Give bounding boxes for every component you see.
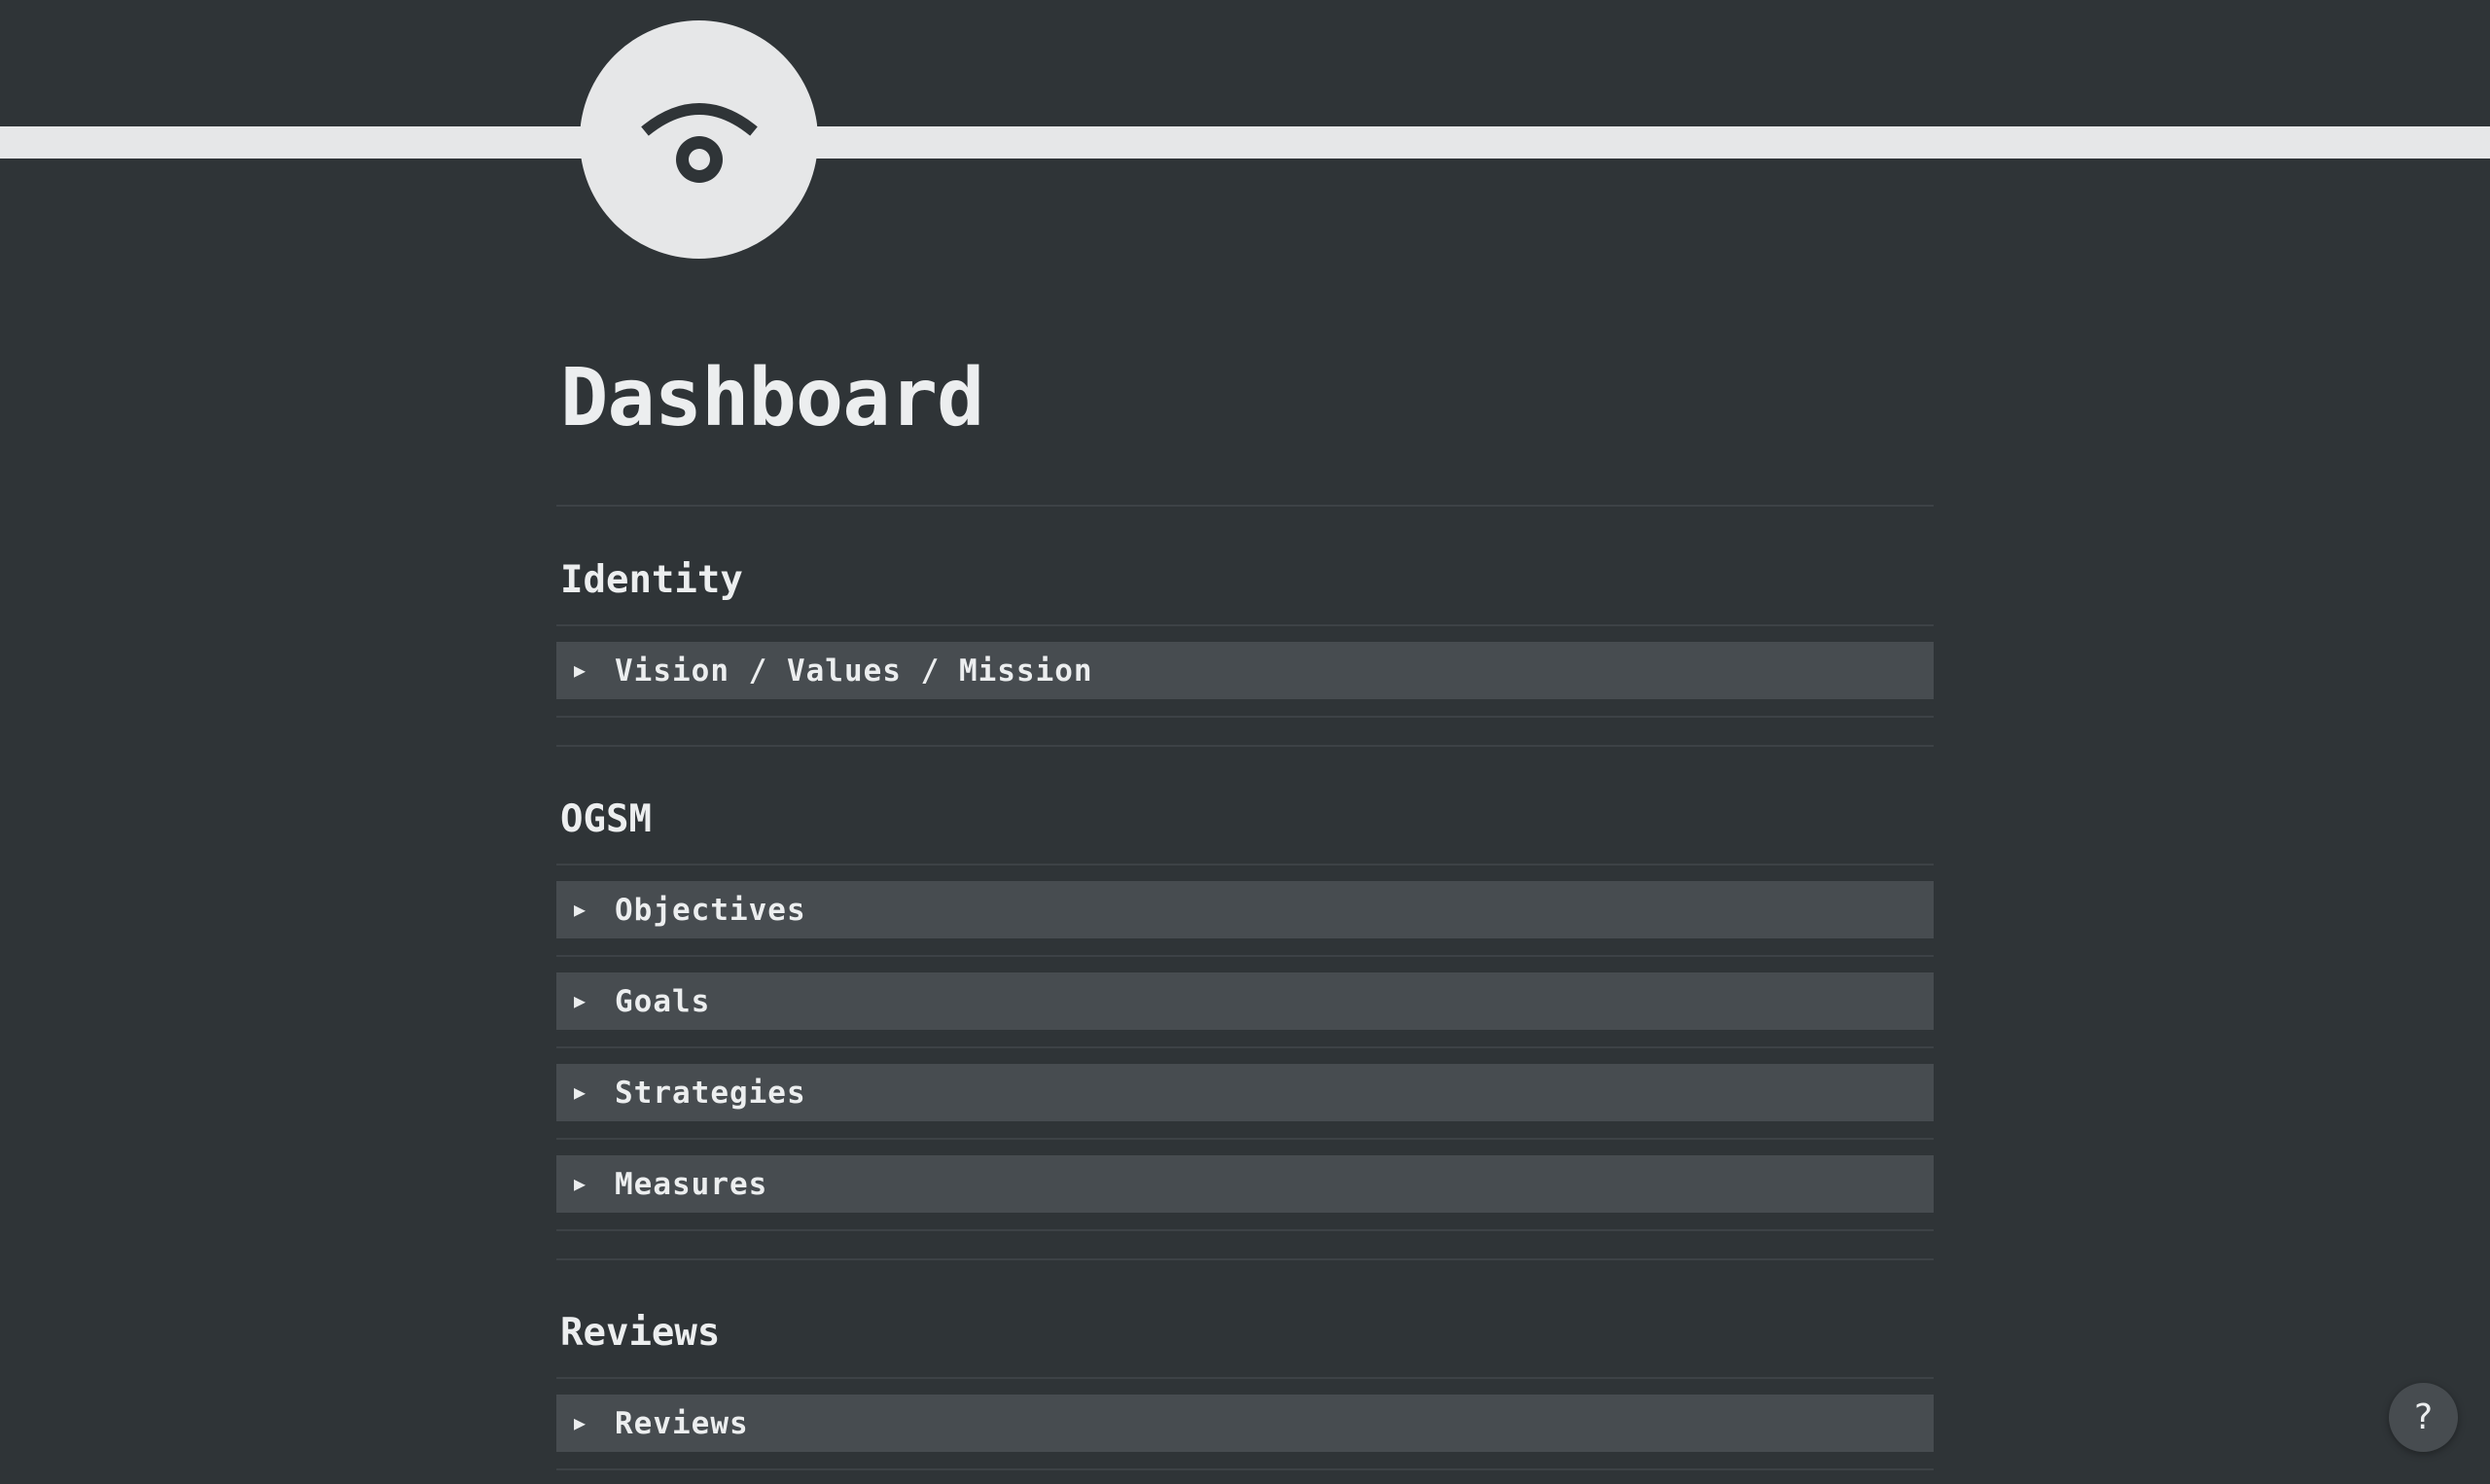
section-heading-reviews: Reviews xyxy=(560,1311,721,1355)
eye-icon xyxy=(640,102,758,183)
page-title: Dashboard xyxy=(560,352,984,444)
help-button[interactable]: ? xyxy=(2389,1383,2458,1452)
divider xyxy=(556,505,1934,507)
triangle-right-icon[interactable]: ▶ xyxy=(574,1155,591,1213)
toggle-label: Vision / Values / Mission xyxy=(615,653,1093,689)
divider xyxy=(556,624,1934,626)
triangle-right-icon[interactable]: ▶ xyxy=(574,1064,591,1121)
triangle-right-icon[interactable]: ▶ xyxy=(574,881,591,938)
section-heading-identity: Identity xyxy=(560,558,743,602)
toggle-vision-values-mission[interactable]: ▶ Vision / Values / Mission xyxy=(556,642,1934,699)
toggle-reviews[interactable]: ▶ Reviews xyxy=(556,1395,1934,1452)
toggle-label: Reviews xyxy=(615,1405,749,1441)
divider xyxy=(556,716,1934,718)
triangle-right-icon[interactable]: ▶ xyxy=(574,1395,591,1452)
divider xyxy=(556,1258,1934,1260)
triangle-right-icon[interactable]: ▶ xyxy=(574,642,591,699)
toggle-goals[interactable]: ▶ Goals xyxy=(556,972,1934,1030)
divider xyxy=(556,1046,1934,1048)
toggle-objectives[interactable]: ▶ Objectives xyxy=(556,881,1934,938)
divider xyxy=(556,1468,1934,1470)
divider xyxy=(556,864,1934,866)
toggle-label: Measures xyxy=(615,1166,768,1202)
toggle-label: Objectives xyxy=(615,892,806,928)
divider xyxy=(556,955,1934,957)
toggle-strategies[interactable]: ▶ Strategies xyxy=(556,1064,1934,1121)
toggle-label: Goals xyxy=(615,983,711,1019)
divider xyxy=(556,1138,1934,1140)
page-icon[interactable] xyxy=(580,20,818,259)
divider xyxy=(556,1229,1934,1231)
divider xyxy=(556,1377,1934,1379)
triangle-right-icon[interactable]: ▶ xyxy=(574,972,591,1030)
page-cover xyxy=(0,126,2490,159)
divider xyxy=(556,745,1934,747)
toggle-label: Strategies xyxy=(615,1075,806,1111)
toggle-measures[interactable]: ▶ Measures xyxy=(556,1155,1934,1213)
section-heading-ogsm: OGSM xyxy=(560,797,652,841)
